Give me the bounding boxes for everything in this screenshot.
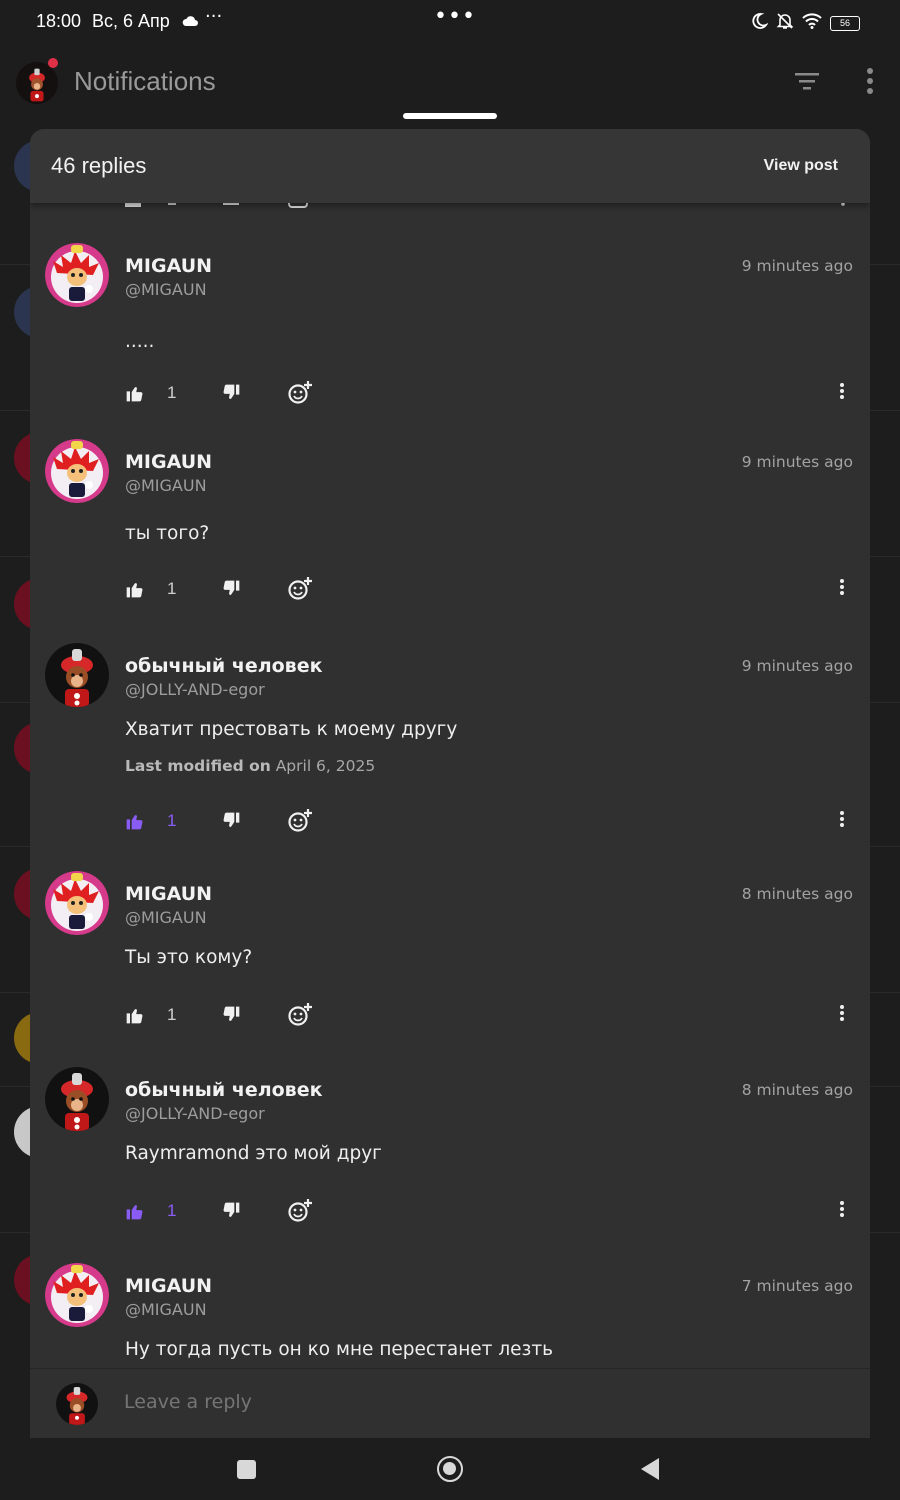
- status-more: ···: [205, 6, 223, 27]
- comment-author-handle[interactable]: @JOLLY-AND-egor: [125, 1104, 265, 1123]
- thumbs-up-icon[interactable]: [125, 1005, 145, 1029]
- vertical-dots-icon[interactable]: [838, 809, 846, 833]
- nav-back-icon[interactable]: [641, 1458, 659, 1480]
- avatar[interactable]: [45, 1263, 109, 1327]
- like-count: 1: [167, 811, 177, 830]
- comment-author-name[interactable]: MIGAUN: [125, 451, 212, 473]
- like-count: 1: [167, 579, 177, 598]
- comment-text: Ну тогда пусть он ко мне перестанет лезт…: [125, 1339, 554, 1360]
- moon-icon: [750, 12, 769, 34]
- add-reaction-icon[interactable]: [287, 807, 313, 837]
- comment-text: ты того?: [125, 523, 210, 544]
- sheet-drag-handle[interactable]: [403, 113, 497, 119]
- comment-timestamp: 8 minutes ago: [741, 1081, 853, 1099]
- comment-author-name[interactable]: MIGAUN: [125, 1275, 212, 1297]
- page-title: Notifications: [74, 66, 216, 96]
- comment-author-handle[interactable]: @MIGAUN: [125, 908, 207, 927]
- comment-timestamp: 9 minutes ago: [741, 257, 853, 275]
- avatar[interactable]: [16, 62, 58, 104]
- comment-actions: 1: [30, 809, 870, 839]
- status-time: 18:00: [36, 11, 82, 31]
- thumbs-up-icon[interactable]: [125, 579, 145, 603]
- comment-author-name[interactable]: обычный человек: [125, 1079, 323, 1101]
- vertical-dots-icon[interactable]: [838, 577, 846, 601]
- reply-input[interactable]: [124, 1391, 824, 1413]
- comment-actions: 1: [30, 577, 870, 607]
- comment-text: Ты это кому?: [125, 947, 253, 968]
- avatar[interactable]: [45, 439, 109, 503]
- last-modified-label: Last modified on: [125, 757, 271, 775]
- wifi-icon: [802, 13, 822, 33]
- reply-bar: [30, 1368, 870, 1438]
- comment-actions: 1: [30, 381, 870, 411]
- thumbs-up-icon[interactable]: [125, 383, 145, 407]
- vertical-dots-icon[interactable]: [838, 1003, 846, 1027]
- comment-author-handle[interactable]: @MIGAUN: [125, 280, 207, 299]
- system-nav-bar: [0, 1438, 900, 1500]
- vertical-dots-icon[interactable]: [866, 68, 874, 98]
- cloud-icon: [182, 12, 198, 31]
- last-modified-date: April 6, 2025: [275, 757, 376, 775]
- comment-text: Хватит престовать к моему другу: [125, 719, 458, 740]
- sheet-header: 46 replies View post: [30, 129, 870, 203]
- replies-count: 46 replies: [51, 153, 147, 178]
- like-count: 1: [167, 1201, 177, 1220]
- add-reaction-icon[interactable]: [287, 575, 313, 605]
- comment-timestamp: 8 minutes ago: [741, 885, 853, 903]
- vertical-dots-icon[interactable]: [838, 1199, 846, 1223]
- comment-author-name[interactable]: MIGAUN: [125, 255, 212, 277]
- bell-off-icon: [776, 12, 794, 34]
- comment-author-name[interactable]: MIGAUN: [125, 883, 212, 905]
- comment-timestamp: 7 minutes ago: [741, 1277, 853, 1295]
- last-modified: Last modified on April 6, 2025: [125, 757, 375, 775]
- thumbs-down-icon[interactable]: [221, 1005, 241, 1029]
- nav-recents-icon[interactable]: [237, 1460, 256, 1479]
- thumbs-down-icon[interactable]: [221, 811, 241, 835]
- comment-author-handle[interactable]: @MIGAUN: [125, 1300, 207, 1319]
- nav-home-icon[interactable]: [437, 1456, 463, 1482]
- comment-timestamp: 9 minutes ago: [741, 453, 853, 471]
- comment-author-handle[interactable]: @MIGAUN: [125, 476, 207, 495]
- battery-icon: 56: [830, 15, 860, 31]
- status-center-dots: •••: [434, 4, 476, 29]
- comment-actions: 1: [30, 1003, 870, 1033]
- filter-icon[interactable]: [794, 71, 820, 95]
- status-date: Вс, 6 Апр: [92, 11, 170, 31]
- thumbs-up-icon[interactable]: [125, 811, 145, 835]
- avatar[interactable]: [45, 871, 109, 935]
- comment-author-name[interactable]: обычный человек: [125, 655, 323, 677]
- thumbs-down-icon[interactable]: [221, 383, 241, 407]
- thumbs-down-icon[interactable]: [221, 1201, 241, 1225]
- comment-actions: 1: [30, 1199, 870, 1229]
- avatar[interactable]: [45, 243, 109, 307]
- add-reaction-icon[interactable]: [287, 1001, 313, 1031]
- avatar: [56, 1383, 98, 1425]
- status-icons: 56: [750, 12, 860, 34]
- notification-dot: [48, 58, 58, 68]
- thumbs-down-icon[interactable]: [221, 579, 241, 603]
- comment-author-handle[interactable]: @JOLLY-AND-egor: [125, 680, 265, 699]
- add-reaction-icon[interactable]: [287, 1197, 313, 1227]
- vertical-dots-icon[interactable]: [838, 381, 846, 405]
- avatar[interactable]: [45, 643, 109, 707]
- replies-sheet: 46 replies View post MIGAUN @MIGAUN 9 mi…: [30, 129, 870, 1439]
- comment-text: Raymramond это мой друг: [125, 1143, 382, 1164]
- comment-timestamp: 9 minutes ago: [741, 657, 853, 675]
- avatar[interactable]: [45, 1067, 109, 1131]
- status-bar: 18:00 Вс, 6 Апр ··· ••• 56: [0, 0, 900, 46]
- add-reaction-icon[interactable]: [287, 379, 313, 409]
- like-count: 1: [167, 1005, 177, 1024]
- comment-text: .....: [125, 331, 155, 352]
- view-post-button[interactable]: View post: [764, 157, 838, 175]
- thumbs-up-icon[interactable]: [125, 1201, 145, 1225]
- like-count: 1: [167, 383, 177, 402]
